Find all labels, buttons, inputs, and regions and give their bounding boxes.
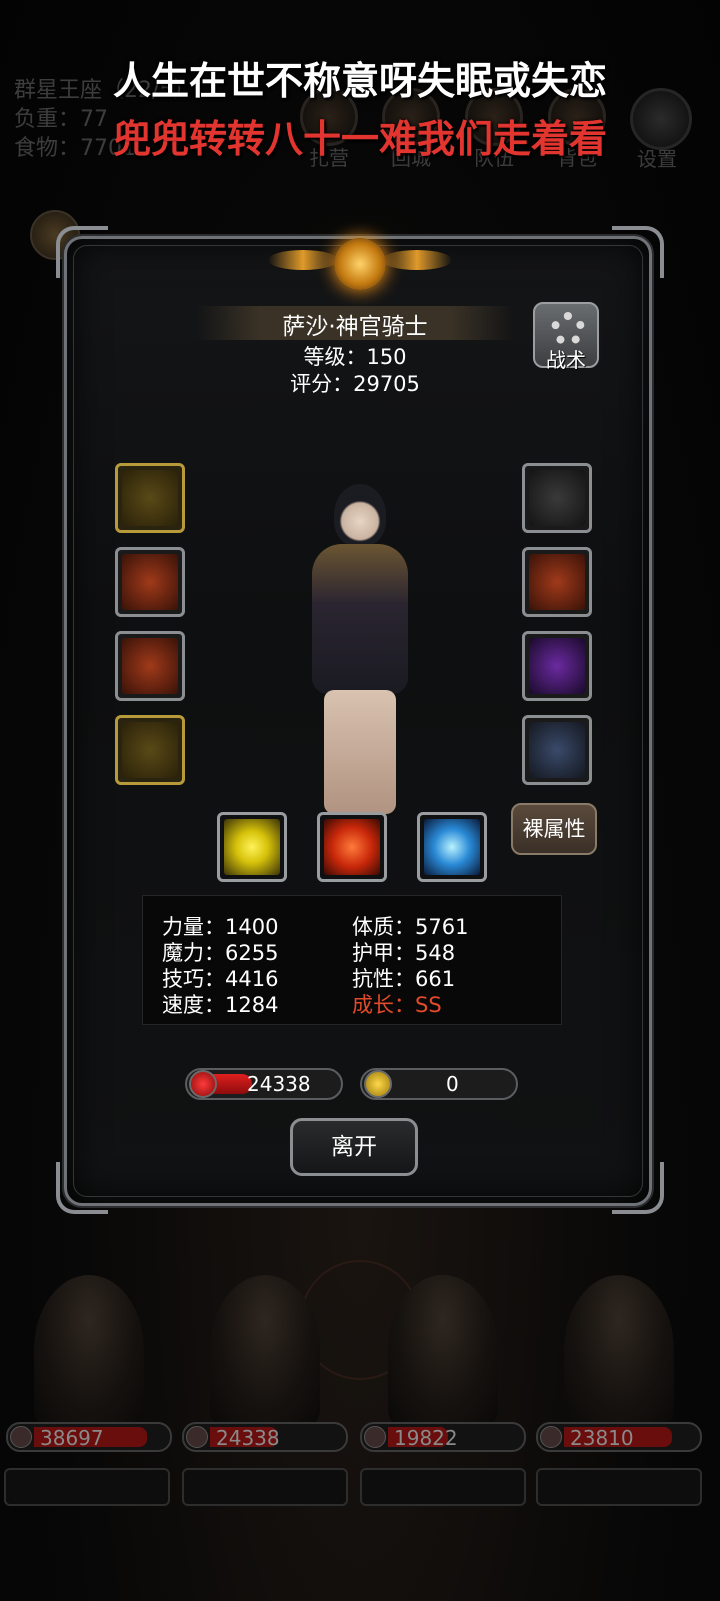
lyric-line-1: 人生在世不称意呀失眠或失恋 <box>112 59 607 103</box>
character-name: 萨沙·神官骑士 <box>282 314 428 340</box>
mace-icon <box>122 470 178 526</box>
party-name-button-4[interactable] <box>536 1468 702 1506</box>
party-hp-value: 38697 <box>40 1426 104 1450</box>
party-portrait <box>564 1275 674 1425</box>
sword-icon <box>186 1426 208 1448</box>
offhand-slot[interactable] <box>522 631 592 701</box>
ring-slot-2[interactable] <box>522 547 592 617</box>
party-hp-bar-1: 38697 <box>6 1422 172 1452</box>
party-hp-bar-2: 24338 <box>182 1422 348 1452</box>
heart-icon <box>189 1070 217 1098</box>
skill-slot-1[interactable] <box>217 812 287 882</box>
helmet-slot[interactable] <box>115 631 185 701</box>
ring-slot-1[interactable] <box>522 463 592 533</box>
panel-corner-ornament <box>612 226 664 278</box>
panel-crest-icon <box>268 230 452 298</box>
party-hp-value: 19822 <box>394 1426 458 1450</box>
stat-growth: 成长：SS <box>352 993 442 1017</box>
party-hp-bar-4: 23810 <box>536 1422 702 1452</box>
party-hp-bar-3: 19822 <box>360 1422 526 1452</box>
party-portrait <box>388 1275 498 1425</box>
stat-speed: 速度：1284 <box>162 993 279 1017</box>
skill-slot-2[interactable] <box>317 812 387 882</box>
party-hp-value: 24338 <box>216 1426 280 1450</box>
skill-slot-3[interactable] <box>417 812 487 882</box>
party-portrait <box>210 1275 320 1425</box>
panel-corner-ornament <box>612 1162 664 1214</box>
hp-value: 24338 <box>247 1072 311 1096</box>
panel-corner-ornament <box>56 226 108 278</box>
sword-icon <box>10 1426 32 1448</box>
character-portrait <box>290 484 430 814</box>
lightning-icon <box>364 1070 392 1098</box>
bare-attributes-button[interactable]: 裸属性 <box>511 803 597 855</box>
heal-cross-skill-icon <box>324 819 380 875</box>
sword-icon <box>364 1426 386 1448</box>
hp-bar: 24338 <box>185 1068 343 1100</box>
eye-skill-icon <box>424 819 480 875</box>
armor-slot[interactable] <box>115 547 185 617</box>
sword-icon <box>540 1426 562 1448</box>
amulet-slot[interactable] <box>115 715 185 785</box>
ruby-ring-icon <box>529 554 585 610</box>
party-name-button-3[interactable] <box>360 1468 526 1506</box>
party-name-button-1[interactable] <box>4 1468 170 1506</box>
party-hp-value: 23810 <box>570 1426 634 1450</box>
energy-bar: 0 <box>360 1068 518 1100</box>
lantern-icon <box>529 722 585 778</box>
energy-value: 0 <box>446 1072 459 1096</box>
armor-icon <box>122 554 178 610</box>
tactics-label: 战术 <box>546 348 586 372</box>
golden-amulet-icon <box>122 722 178 778</box>
golden-ring-icon <box>529 470 585 526</box>
gear-icon <box>551 312 585 346</box>
lyric-line-2: 兜兜转转八十一难我们走着看 <box>112 117 607 161</box>
character-score: 评分：29705 <box>290 372 420 396</box>
character-level: 等级：150 <box>303 345 407 369</box>
arcane-tome-icon <box>529 638 585 694</box>
panel-corner-ornament <box>56 1162 108 1214</box>
trinket-slot[interactable] <box>522 715 592 785</box>
tactics-button[interactable]: 战术 <box>533 302 599 372</box>
fist-skill-icon <box>224 819 280 875</box>
leave-button[interactable]: 离开 <box>290 1118 418 1176</box>
party-portrait <box>34 1275 144 1425</box>
party-name-button-2[interactable] <box>182 1468 348 1506</box>
demon-helm-icon <box>122 638 178 694</box>
weapon-slot[interactable] <box>115 463 185 533</box>
